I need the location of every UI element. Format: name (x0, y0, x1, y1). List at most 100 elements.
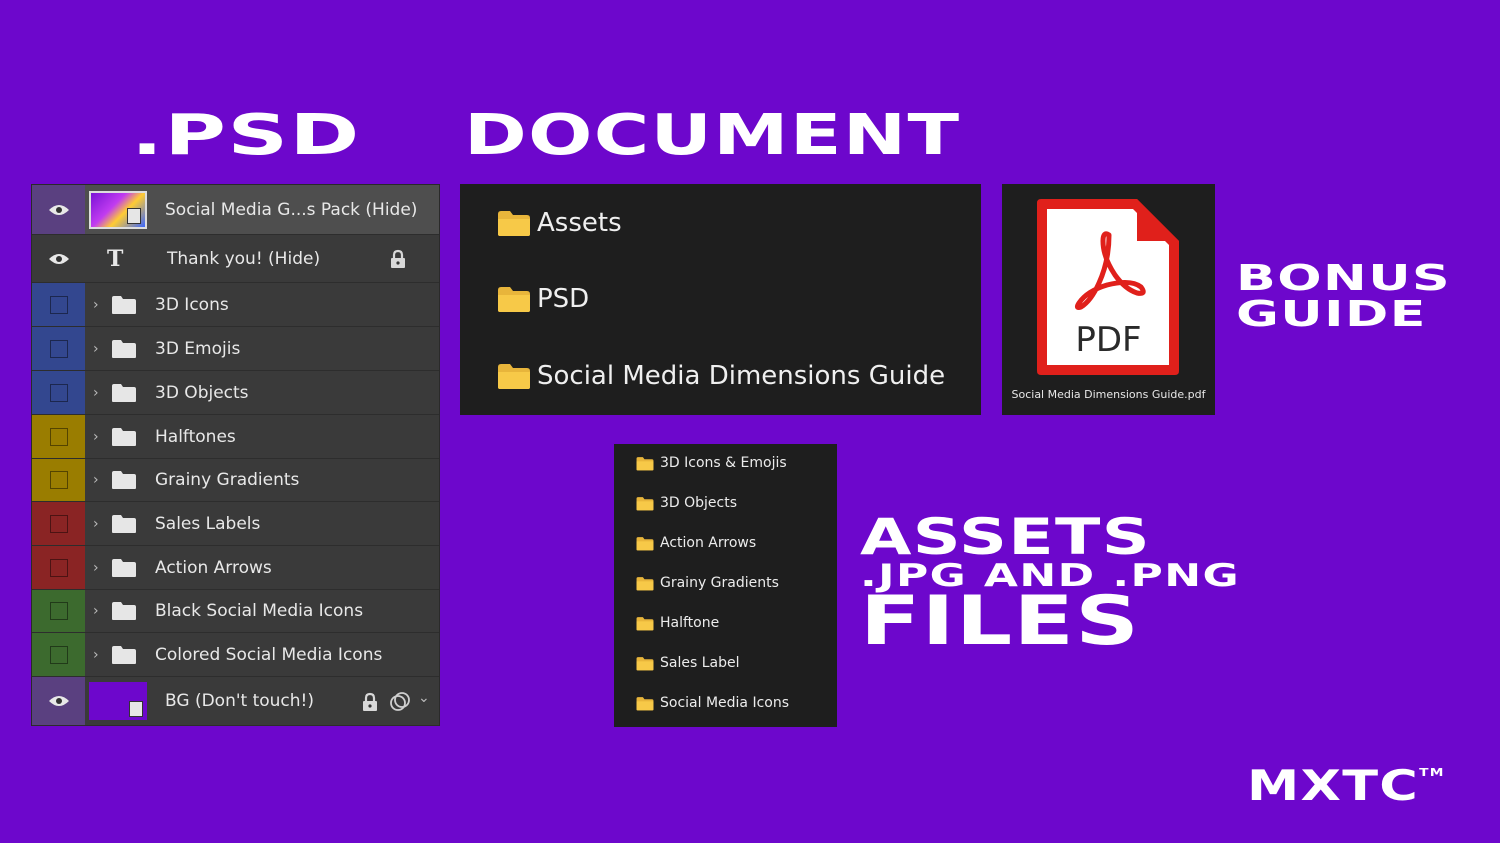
visibility-toggle[interactable] (32, 283, 85, 326)
asset-folder-item[interactable]: Social Media Icons (636, 695, 789, 711)
layer-row[interactable]: › Black Social Media Icons (32, 590, 439, 633)
folder-name: Assets (537, 208, 622, 238)
folder-icon (497, 362, 531, 390)
hidden-box-icon (49, 295, 68, 314)
visibility-toggle[interactable] (32, 677, 85, 725)
expand-chevron-icon[interactable]: › (93, 560, 107, 576)
folder-icon (636, 696, 654, 711)
folder-icon (111, 427, 137, 447)
layer-row[interactable]: › Sales Labels (32, 502, 439, 546)
visibility-toggle[interactable] (32, 327, 85, 370)
layer-name: Sales Labels (155, 513, 261, 534)
hidden-box-icon (49, 339, 68, 358)
expand-chevron-icon[interactable]: › (93, 429, 107, 445)
layer-row[interactable]: T Thank you! (Hide) (32, 235, 439, 283)
assets-heading: ASSETS .JPG AND .PNG FILES (860, 511, 1239, 656)
assets-line: ASSETS (860, 508, 1151, 566)
expand-chevron-icon[interactable]: › (93, 516, 107, 532)
visibility-toggle[interactable] (32, 502, 85, 545)
pdf-file-tile[interactable]: PDF Social Media Dimensions Guide.pdf (1002, 184, 1215, 415)
layer-row[interactable]: › 3D Icons (32, 283, 439, 327)
document-folder-list: Assets PSD Social Media Dimensions Guide (460, 184, 981, 415)
visibility-toggle[interactable] (32, 371, 85, 414)
layer-row[interactable]: Social Media G...s Pack (Hide) (32, 185, 439, 235)
asset-folder-item[interactable]: Sales Label (636, 655, 739, 671)
eye-icon (48, 253, 69, 264)
folder-icon (111, 558, 137, 578)
folder-icon (111, 470, 137, 490)
eye-icon (48, 204, 69, 215)
smart-object-badge-icon (129, 701, 143, 717)
bonus-line: BONUS (1236, 258, 1452, 299)
expand-chevron-icon[interactable]: › (93, 647, 107, 663)
lock-icon (389, 249, 407, 269)
folder-icon (111, 339, 137, 359)
layer-name: BG (Don't touch!) (165, 691, 314, 711)
asset-folder-item[interactable]: Grainy Gradients (636, 575, 779, 591)
layer-row[interactable]: › Grainy Gradients (32, 459, 439, 502)
brand-logo: MXTCTM (1247, 765, 1445, 807)
visibility-toggle[interactable] (32, 633, 85, 676)
asset-folder-item[interactable]: Halftone (636, 615, 719, 631)
layer-name: Grainy Gradients (155, 470, 300, 490)
layer-effects-icon[interactable] (389, 691, 411, 713)
expand-chevron-icon[interactable]: › (93, 385, 107, 401)
layer-thumbnail (89, 682, 147, 720)
folder-icon (636, 616, 654, 631)
layer-name: 3D Emojis (155, 338, 241, 359)
layers-panel: Social Media G...s Pack (Hide) T Thank you… (31, 184, 440, 726)
visibility-toggle[interactable] (32, 235, 85, 282)
folder-icon (636, 456, 654, 471)
visibility-toggle[interactable] (32, 459, 85, 501)
trademark: TM (1419, 766, 1445, 779)
folder-item[interactable]: Social Media Dimensions Guide (497, 361, 945, 391)
visibility-toggle[interactable] (32, 546, 85, 589)
hidden-box-icon (49, 558, 68, 577)
visibility-toggle[interactable] (32, 415, 85, 458)
folder-item[interactable]: Assets (497, 208, 622, 238)
asset-folder-item[interactable]: 3D Objects (636, 495, 737, 511)
hidden-box-icon (49, 427, 68, 446)
brand-text: MXTC (1247, 761, 1420, 810)
layer-name: Colored Social Media Icons (155, 644, 383, 665)
pdf-filename: Social Media Dimensions Guide.pdf (1011, 388, 1206, 401)
layer-name: 3D Icons (155, 294, 229, 315)
asset-folder-item[interactable]: 3D Icons & Emojis (636, 455, 787, 471)
layer-row[interactable]: › Halftones (32, 415, 439, 459)
guide-line: GUIDE (1236, 294, 1427, 335)
layer-row[interactable]: › 3D Objects (32, 371, 439, 415)
layer-row[interactable]: › 3D Emojis (32, 327, 439, 371)
folder-icon (111, 645, 137, 665)
visibility-toggle[interactable] (32, 590, 85, 632)
folder-name: Sales Label (660, 655, 740, 671)
layer-row[interactable]: › Colored Social Media Icons (32, 633, 439, 677)
folder-name: 3D Objects (660, 495, 738, 511)
expand-chevron-icon[interactable]: › (93, 472, 107, 488)
hidden-box-icon (49, 514, 68, 533)
expand-effects-chevron-icon[interactable]: ⌄ (418, 690, 430, 706)
document-heading: DOCUMENT (464, 103, 961, 168)
layer-name: Halftones (155, 426, 236, 447)
layer-row[interactable]: BG (Don't touch!) ⌄ (32, 677, 439, 726)
layer-name: 3D Objects (155, 382, 249, 403)
lock-icon (361, 692, 379, 712)
folder-name: PSD (537, 284, 590, 314)
expand-chevron-icon[interactable]: › (93, 603, 107, 619)
layer-thumbnail (89, 190, 147, 229)
folder-icon (111, 383, 137, 403)
visibility-toggle[interactable] (32, 185, 85, 234)
eye-icon (48, 696, 69, 706)
layer-name: Black Social Media Icons (155, 601, 364, 621)
folder-icon (636, 536, 654, 551)
smart-object-badge-icon (127, 207, 141, 224)
folder-name: 3D Icons & Emojis (660, 455, 787, 471)
folder-item[interactable]: PSD (497, 284, 589, 314)
folder-icon (636, 656, 654, 671)
folder-name: Social Media Dimensions Guide (537, 361, 946, 391)
asset-folder-item[interactable]: Action Arrows (636, 535, 756, 551)
files-line: FILES (860, 582, 1141, 661)
layer-row[interactable]: › Action Arrows (32, 546, 439, 590)
assets-folder-list: 3D Icons & Emojis 3D Objects Action Arrows… (614, 444, 837, 727)
expand-chevron-icon[interactable]: › (93, 341, 107, 357)
expand-chevron-icon[interactable]: › (93, 297, 107, 313)
